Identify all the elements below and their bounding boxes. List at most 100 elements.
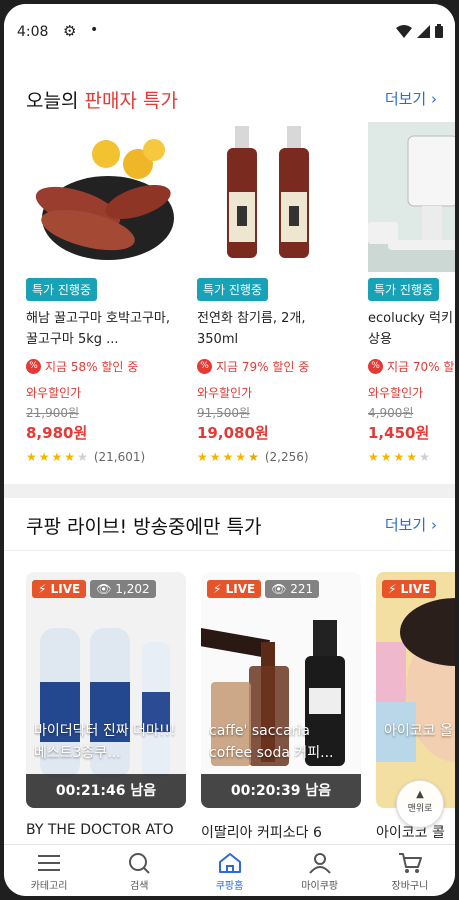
scroll-to-top-button[interactable]: ▲ 맨위로 xyxy=(396,780,444,828)
tab-my-coupang[interactable]: 마이쿠팡 xyxy=(275,845,365,896)
star-icon: ★ xyxy=(51,450,63,464)
live-card[interactable]: ⚡ LIVE 👁 221 caffe' saccaria coffee soda… xyxy=(201,572,361,808)
deal-badge: 특가 진행중 xyxy=(368,278,440,301)
status-time: 4:08 xyxy=(17,24,49,40)
live-header: ⚡ LIVE 👁 221 xyxy=(207,580,320,598)
rating: ★ ★ ★ ★ ★ (21,601) xyxy=(26,450,145,464)
star-icon: ★ xyxy=(38,450,50,464)
deals-section-title: 오늘의 판매자 특가 xyxy=(26,90,178,112)
product-image xyxy=(368,122,455,272)
sale-price: 19,080원 xyxy=(197,424,269,442)
star-icon: ★ xyxy=(197,450,208,464)
live-section-header: 쿠팡 라이브! 방송중에만 특가 더보기 › xyxy=(4,504,455,544)
tab-category[interactable]: 카테고리 xyxy=(4,845,94,896)
live-time-remaining: 00:20:39 남음 xyxy=(201,774,361,808)
viewer-count: 👁 221 xyxy=(265,580,320,598)
settings-icon: ⚙ xyxy=(63,22,77,40)
live-more-link[interactable]: 더보기 › xyxy=(385,514,437,535)
section-divider xyxy=(4,550,455,551)
live-title: caffe' saccaria coffee soda 커피... xyxy=(209,723,334,761)
star-icon: ★ xyxy=(380,450,392,464)
deals-carousel[interactable]: 특가 진행중 해남 꿀고구마 호박고구마, 꿀고구마 5kg ... % 지금 5… xyxy=(4,122,455,472)
product-name: ecolucky 럭키 접이식 탁상용 xyxy=(368,311,455,347)
product-card[interactable]: 특가 진행중 해남 꿀고구마 호박고구마, 꿀고구마 5kg ... % 지금 5… xyxy=(26,122,186,472)
percent-icon: % xyxy=(197,359,212,374)
live-product-name[interactable]: BY THE DOCTOR ATO xyxy=(26,822,186,838)
live-carousel[interactable]: ⚡ LIVE 👁 1,202 바이더닥터 진짜 더마!!! 베스트3종쿠... … xyxy=(4,572,455,852)
status-icons xyxy=(396,24,443,38)
review-count: (21,601) xyxy=(93,450,146,464)
wow-price-label: 와우할인가 xyxy=(26,386,82,400)
wow-price-label: 와우할인가 xyxy=(197,386,253,400)
viewer-count: 👁 1,202 xyxy=(90,580,156,598)
deals-more-link[interactable]: 더보기 › xyxy=(385,88,437,109)
percent-icon: % xyxy=(26,359,41,374)
cart-icon xyxy=(398,853,422,873)
status-bar: 4:08 ⚙ • xyxy=(4,4,455,60)
live-thumbnail xyxy=(201,572,361,808)
eye-icon: 👁 xyxy=(96,582,112,596)
star-icon: ★ xyxy=(393,450,405,464)
star-icon: ★ xyxy=(26,450,37,464)
original-price: 21,900원 xyxy=(26,406,80,420)
percent-icon: % xyxy=(368,359,383,374)
live-title: 바이더닥터 진짜 더마!!! 베스트3종쿠... xyxy=(34,723,176,761)
tab-home[interactable]: 쿠팡홈 xyxy=(184,845,274,896)
deal-badge: 특가 진행중 xyxy=(197,278,269,301)
product-name: 전연화 참기름, 2개, 350ml xyxy=(197,311,306,347)
star-icon: ★ xyxy=(235,450,247,464)
star-icon: ★ xyxy=(368,450,379,464)
eye-icon: 👁 xyxy=(271,582,287,596)
menu-icon xyxy=(38,855,61,871)
star-icon: ★ xyxy=(209,450,221,464)
bottom-tab-bar: 카테고리 검색 쿠팡홈 마이쿠팡 장바구니 xyxy=(4,844,455,896)
rating: ★ ★ ★ ★ ★ (2,256) xyxy=(197,450,309,464)
home-icon xyxy=(218,853,241,873)
wifi-icon xyxy=(396,24,412,38)
discount-info: % 지금 58% 할인 중 xyxy=(26,358,138,375)
live-time-remaining: 00:21:46 남음 xyxy=(26,774,186,808)
deal-badge: 특가 진행중 xyxy=(26,278,98,301)
sale-price: 8,980원 xyxy=(26,424,88,442)
live-title: 아이코코 올 러마스크! xyxy=(384,723,455,739)
discount-info: % 지금 70% 할 xyxy=(368,358,454,375)
review-count: (2,256) xyxy=(264,450,309,464)
live-badge: ⚡ LIVE xyxy=(382,580,437,598)
tab-search[interactable]: 검색 xyxy=(94,845,184,896)
live-section-title: 쿠팡 라이브! 방송중에만 특가 xyxy=(26,516,262,538)
app-screen: 4:08 ⚙ • 오늘의 판매자 특가 더보기 › 특가 진행중 해남 꿀고구마… xyxy=(4,4,455,896)
section-divider xyxy=(4,484,455,498)
battery-icon xyxy=(435,24,443,38)
product-card[interactable]: 특가 진행중 전연화 참기름, 2개, 350ml % 지금 79% 할인 중 와… xyxy=(197,122,357,472)
product-image xyxy=(197,122,357,272)
star-half-icon: ★ xyxy=(248,450,259,464)
product-card[interactable]: 특가 진행중 ecolucky 럭키 접이식 탁상용 %지금 70% 할 와우할… xyxy=(368,122,455,472)
product-name: 해남 꿀고구마 호박고구마, 꿀고구마 5kg ... xyxy=(26,311,170,347)
star-icon: ★ xyxy=(77,450,88,464)
star-icon: ★ xyxy=(419,450,430,464)
original-price: 4,900원 xyxy=(368,406,414,420)
user-icon xyxy=(308,853,331,874)
tab-cart[interactable]: 장바구니 xyxy=(365,845,455,896)
rating: ★ ★ ★ ★ ★ xyxy=(368,450,430,464)
live-product-name[interactable]: 이딸리아 커피소다 6 xyxy=(201,822,361,842)
signal-icon xyxy=(417,24,430,38)
live-thumbnail xyxy=(376,572,455,808)
search-icon xyxy=(129,853,151,874)
star-icon: ★ xyxy=(406,450,418,464)
live-badge: ⚡ LIVE xyxy=(207,580,262,598)
live-thumbnail xyxy=(26,572,186,808)
notification-dot-icon: • xyxy=(90,22,99,38)
arrow-up-icon: ▲ xyxy=(416,789,424,800)
live-card[interactable]: ⚡ LIVE 아이코코 올 러마스크! xyxy=(376,572,455,808)
live-header: ⚡ LIVE 👁 1,202 xyxy=(32,580,156,598)
live-card[interactable]: ⚡ LIVE 👁 1,202 바이더닥터 진짜 더마!!! 베스트3종쿠... … xyxy=(26,572,186,808)
wow-price-label: 와우할인가 xyxy=(368,386,424,400)
discount-info: % 지금 79% 할인 중 xyxy=(197,358,309,375)
deals-section-header: 오늘의 판매자 특가 더보기 › xyxy=(4,78,455,118)
live-header: ⚡ LIVE xyxy=(382,580,437,598)
star-icon: ★ xyxy=(64,450,76,464)
sale-price: 1,450원 xyxy=(368,424,430,442)
product-image xyxy=(26,122,186,272)
star-icon: ★ xyxy=(222,450,234,464)
